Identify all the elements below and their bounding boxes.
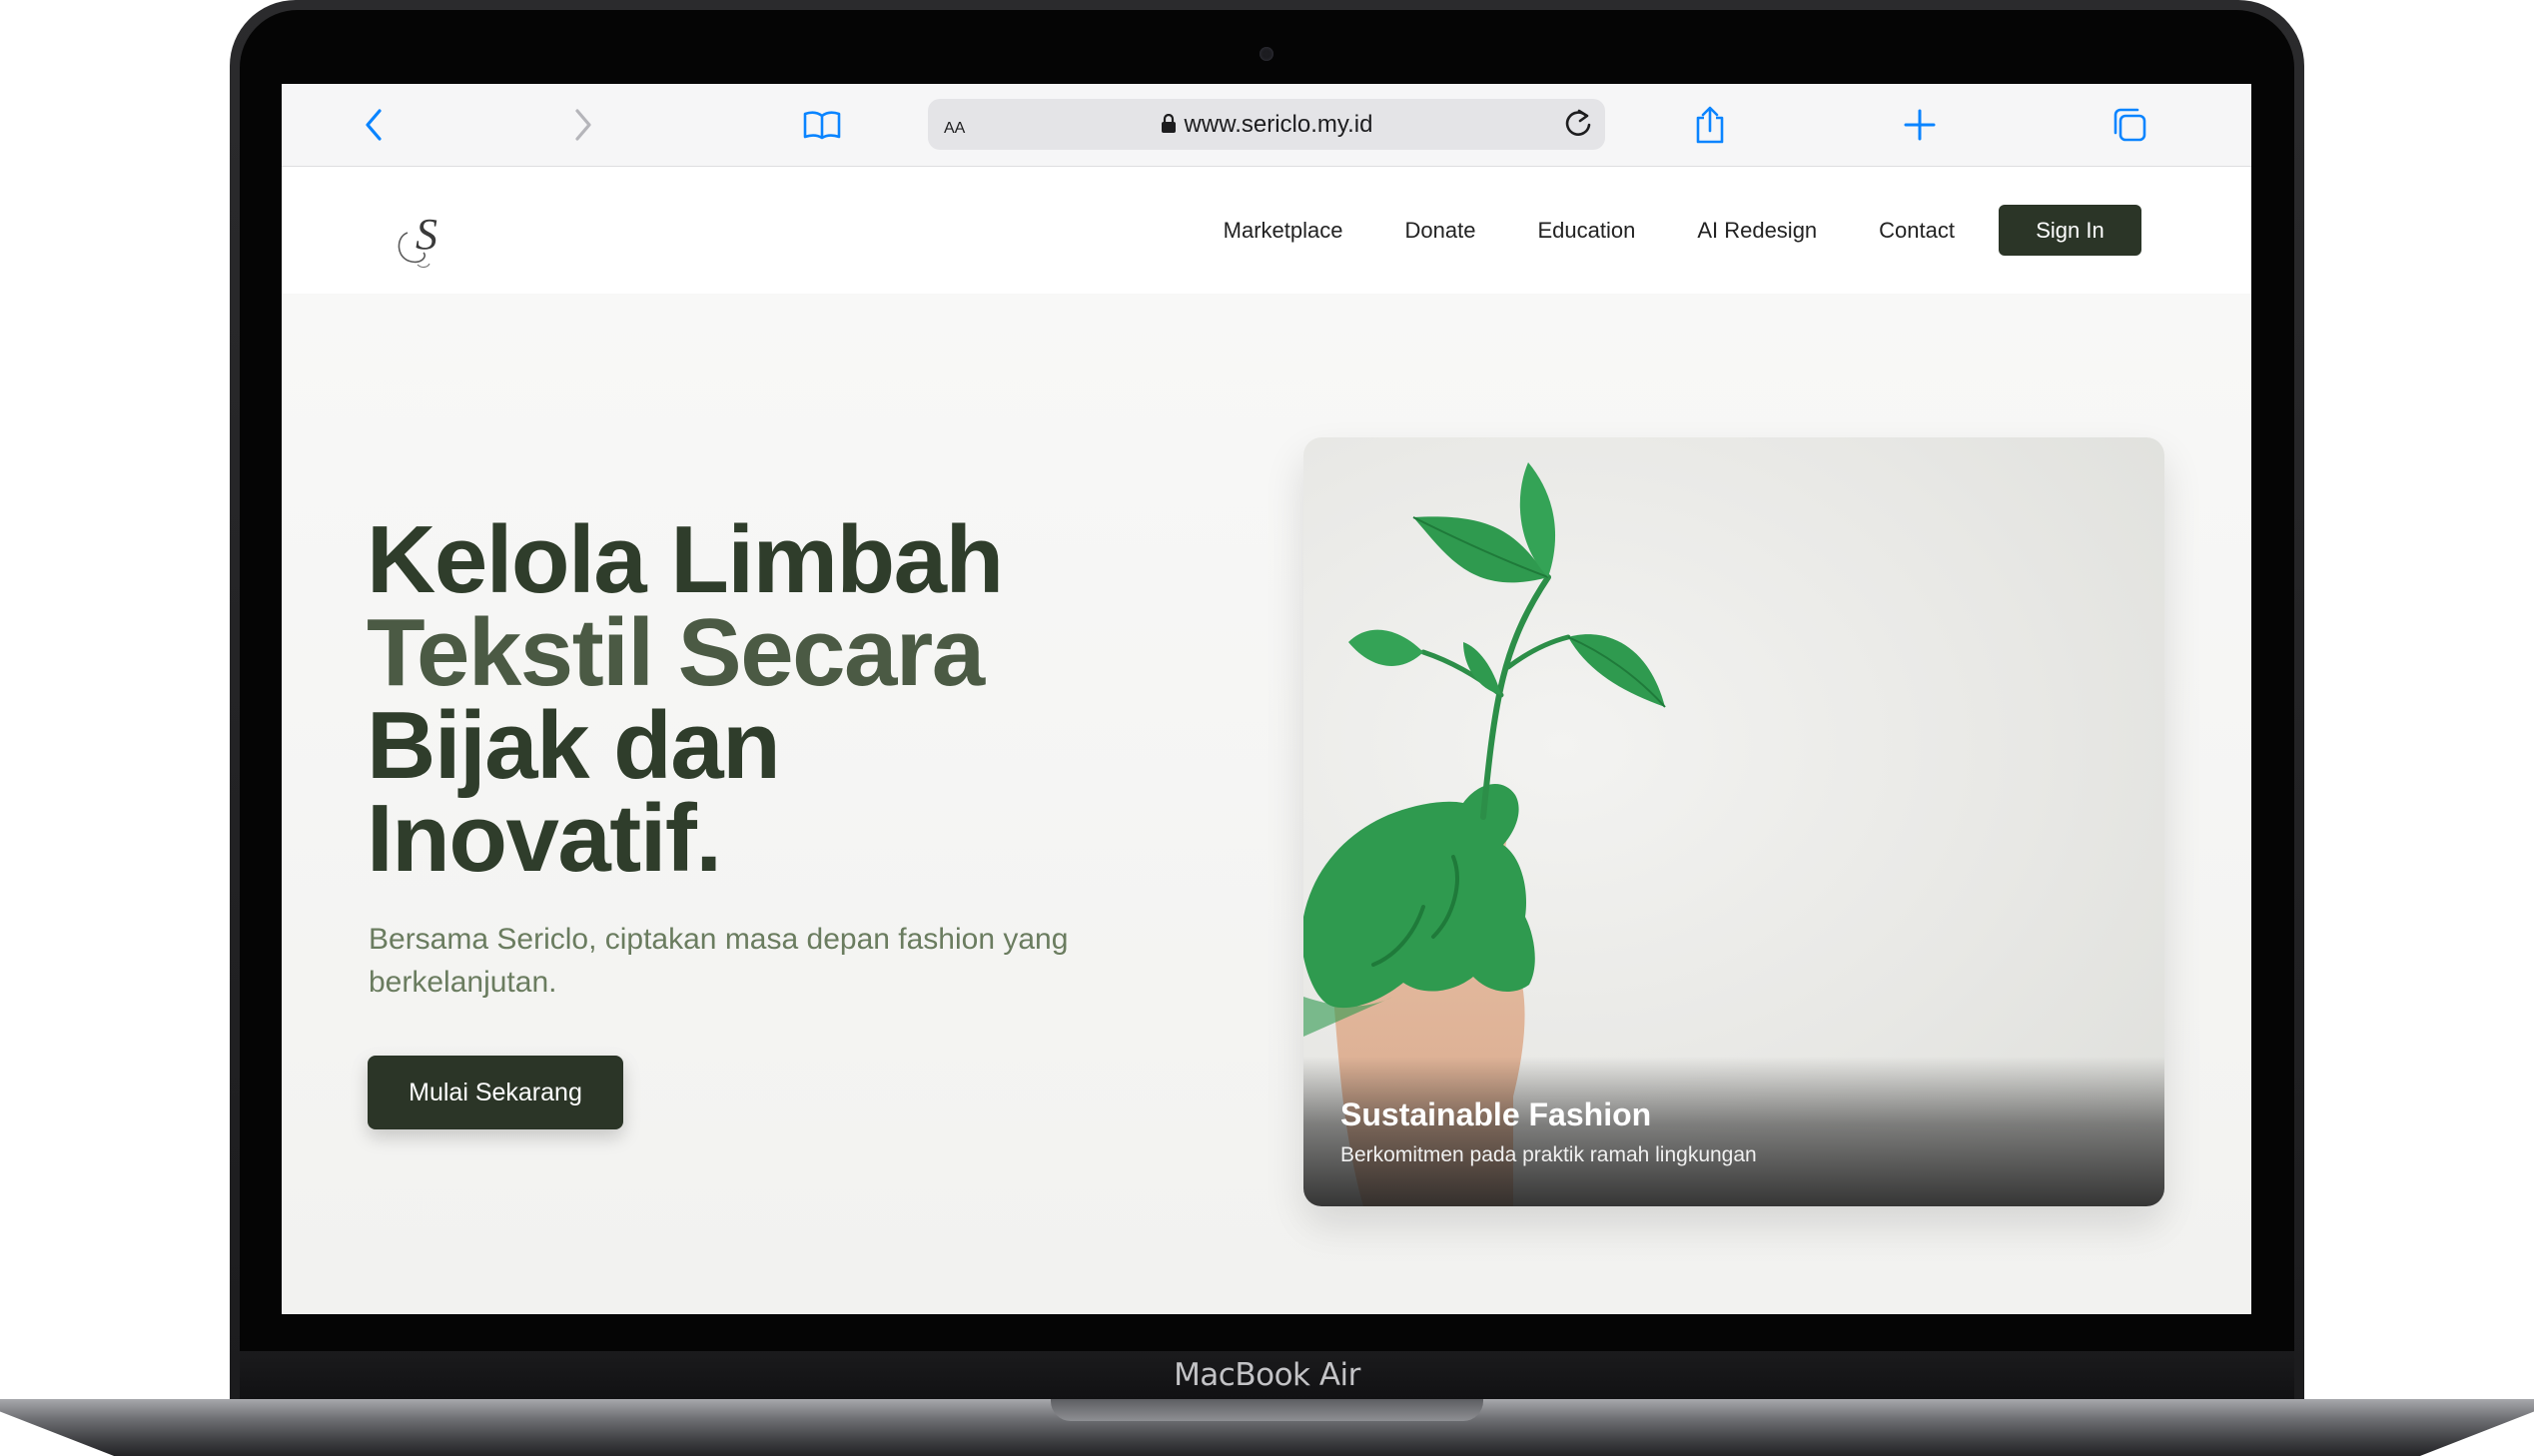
nav-link-ai-redesign[interactable]: AI Redesign: [1697, 218, 1817, 244]
laptop-mockup: AA www.sericlo.my.id S Marketplace Donat…: [0, 0, 2534, 1456]
card-description: Berkomitmen pada praktik ramah lingkunga…: [1340, 1143, 1757, 1166]
hero-title-line-2: Tekstil Secara: [367, 599, 985, 706]
forward-icon[interactable]: [559, 101, 607, 149]
browser-toolbar: AA www.sericlo.my.id: [282, 84, 2251, 167]
share-icon[interactable]: [1686, 101, 1734, 149]
url-text: www.sericlo.my.id: [928, 111, 1605, 141]
hero-subtitle: Bersama Sericlo, ciptakan masa depan fas…: [369, 923, 1069, 999]
nav-link-education[interactable]: Education: [1537, 218, 1635, 244]
nav-links: Marketplace Donate Education AI Redesign…: [1162, 167, 2141, 294]
device-label: MacBook Air: [1174, 1357, 1360, 1393]
card-title: Sustainable Fashion: [1340, 1096, 1652, 1132]
start-now-button[interactable]: Mulai Sekarang: [368, 1056, 623, 1129]
nav-link-marketplace[interactable]: Marketplace: [1224, 218, 1343, 244]
sericlo-logo[interactable]: S: [394, 207, 449, 271]
reload-icon[interactable]: [1561, 107, 1595, 146]
url-value: www.sericlo.my.id: [1184, 111, 1373, 138]
address-bar[interactable]: AA www.sericlo.my.id: [928, 99, 1605, 150]
nav-link-donate[interactable]: Donate: [1405, 218, 1476, 244]
site-navbar: S Marketplace Donate Education AI Redesi…: [282, 167, 2251, 294]
feature-card[interactable]: Sustainable Fashion Berkomitmen pada pra…: [1303, 437, 2164, 1206]
lock-icon: [1161, 113, 1177, 141]
browser-window: AA www.sericlo.my.id S Marketplace Donat…: [282, 84, 2251, 1314]
tabs-icon[interactable]: [2106, 101, 2153, 149]
hero-title-line-3: Bijak dan: [367, 692, 781, 799]
back-icon[interactable]: [350, 101, 398, 149]
nav-link-contact[interactable]: Contact: [1879, 218, 1955, 244]
hero-title-line-4: Inovatif.: [367, 785, 722, 892]
sign-in-button[interactable]: Sign In: [1999, 205, 2141, 256]
camera-icon: [1260, 47, 1273, 61]
hero-title: Kelola Limbah Tekstil Secara Bijak dan I…: [367, 506, 1166, 892]
hero-section: Kelola Limbah Tekstil Secara Bijak dan I…: [282, 294, 2251, 1314]
new-tab-icon[interactable]: [1896, 101, 1944, 149]
bookmarks-icon[interactable]: [798, 101, 846, 149]
hero-title-line-1: Kelola Limbah: [367, 506, 1004, 613]
logo-letter: S: [416, 210, 437, 259]
laptop-hinge-notch: [1051, 1399, 1483, 1421]
